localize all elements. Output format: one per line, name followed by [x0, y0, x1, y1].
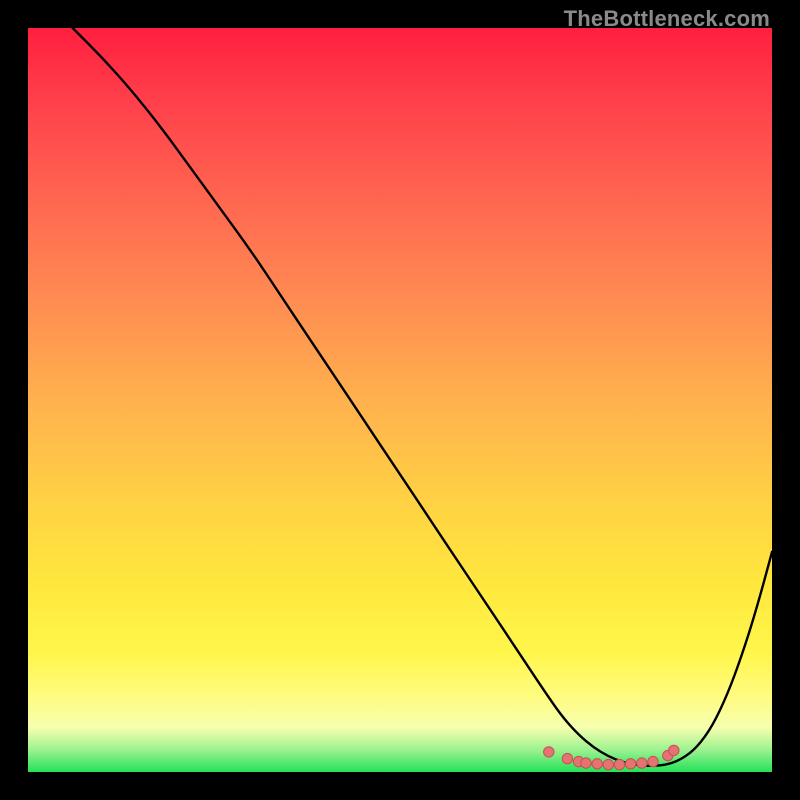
curve-marker — [603, 759, 613, 769]
curve-marker — [592, 759, 602, 769]
curve-marker — [544, 747, 554, 757]
curve-marker — [562, 753, 572, 763]
curve-marker — [648, 756, 658, 766]
chart-frame: TheBottleneck.com — [0, 0, 800, 800]
curve-marker — [669, 745, 679, 755]
curve-svg — [28, 28, 772, 772]
plot-area — [28, 28, 772, 772]
curve-marker — [637, 758, 647, 768]
curve-marker — [581, 758, 591, 768]
bottleneck-curve — [73, 28, 772, 766]
curve-marker — [625, 759, 635, 769]
curve-marker — [614, 759, 624, 769]
